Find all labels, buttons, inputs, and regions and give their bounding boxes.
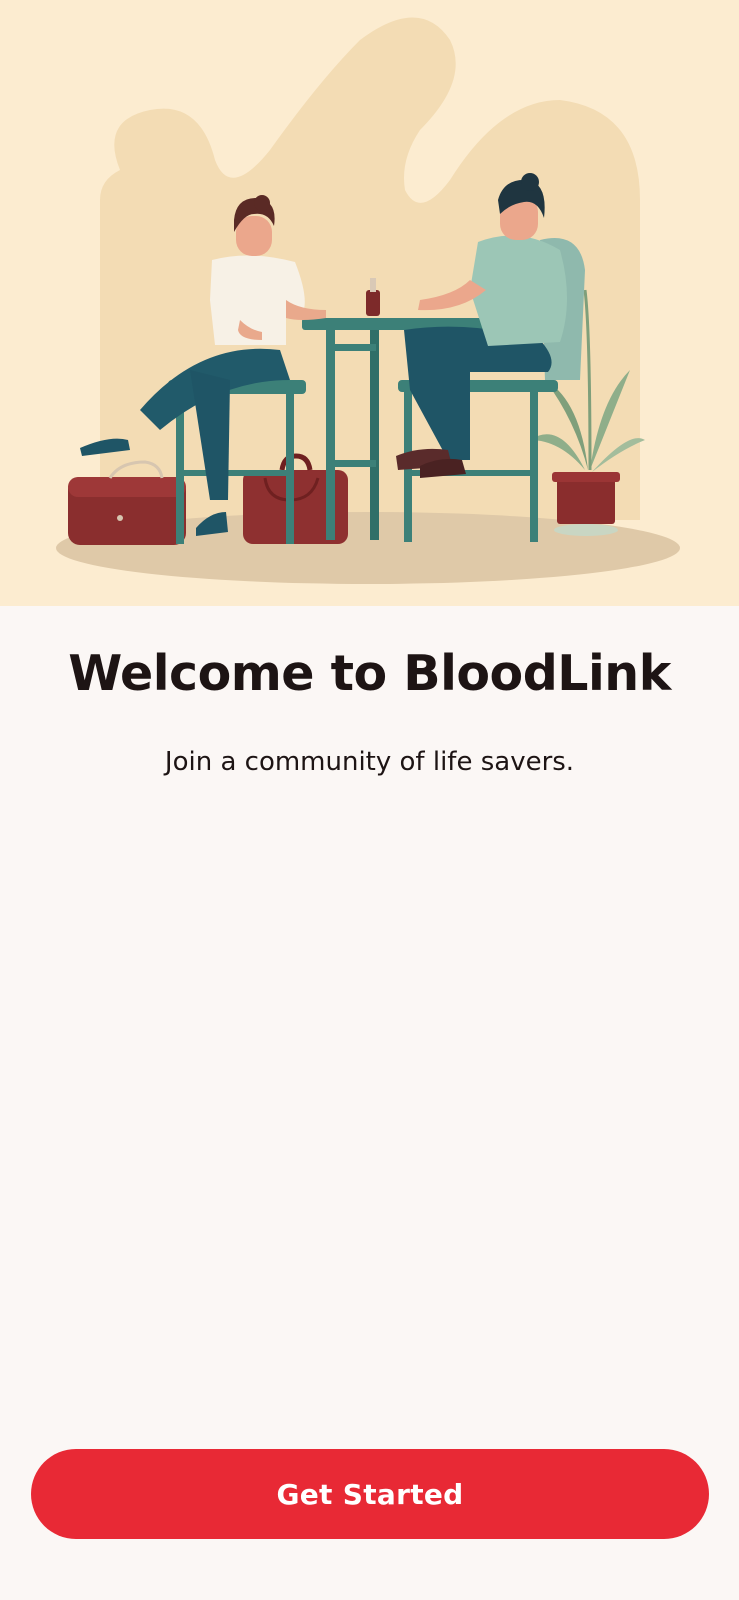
page-title: Welcome to BloodLink bbox=[68, 645, 671, 702]
hero-illustration bbox=[0, 0, 739, 606]
blood-donation-illustration bbox=[56, 17, 680, 584]
welcome-screen: Welcome to BloodLink Join a community of… bbox=[0, 0, 739, 1600]
page-subtitle: Join a community of life savers. bbox=[164, 747, 575, 777]
get-started-button[interactable]: Get Started bbox=[31, 1449, 709, 1539]
